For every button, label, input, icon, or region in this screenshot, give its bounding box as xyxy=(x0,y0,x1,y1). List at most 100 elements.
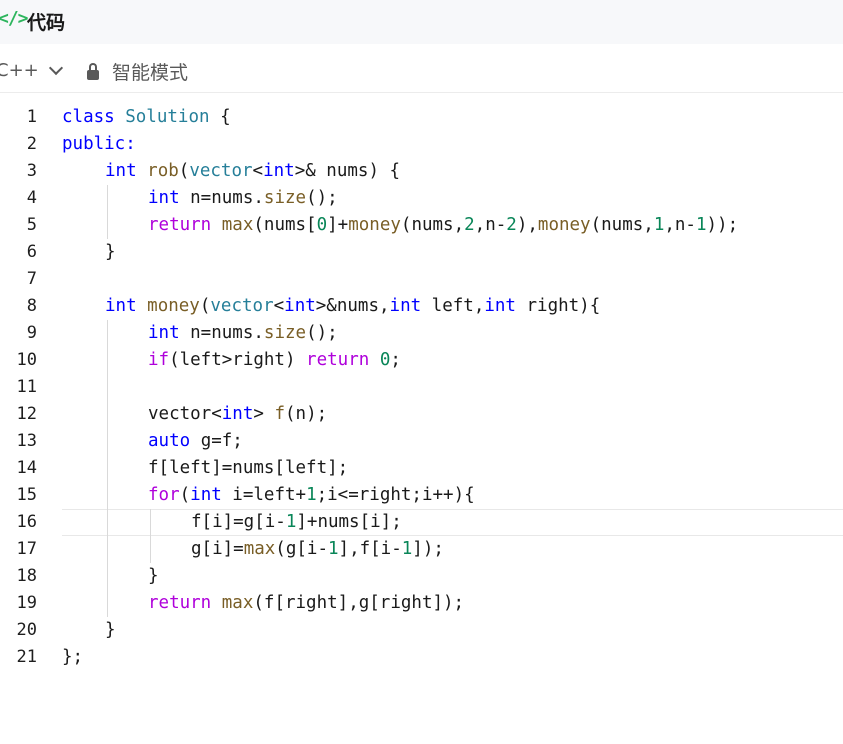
code-line[interactable]: int money(vector<int>&nums,int left,int … xyxy=(105,293,600,320)
code-editor[interactable]: 1 2 3 4 5 6 7 8 9 10 11 12 13 14 15 16 17 18 19 20 21 class … xyxy=(0,93,843,744)
code-line[interactable]: vector<int> f(n); xyxy=(148,401,327,428)
code-line[interactable]: f[left]=nums[left]; xyxy=(148,455,348,482)
code-token: int xyxy=(105,161,137,181)
line-number: 17 xyxy=(16,539,37,559)
line-number: 6 xyxy=(26,242,37,262)
line-number: 7 xyxy=(26,269,37,289)
code-line[interactable]: if(left>right) return 0; xyxy=(148,347,401,374)
code-line[interactable]: int n=nums.size(); xyxy=(148,320,338,347)
code-token: ]+ xyxy=(327,215,349,235)
code-token: left, xyxy=(421,296,485,316)
indent-guide xyxy=(150,509,151,563)
code-token: int xyxy=(190,485,222,505)
code-token: f xyxy=(274,404,285,424)
code-token: money xyxy=(147,296,200,316)
line-number: 19 xyxy=(16,593,37,613)
code-token: money xyxy=(537,215,591,235)
code-token: int xyxy=(105,296,137,316)
code-icon: </> xyxy=(0,8,28,29)
code-token: size xyxy=(263,188,307,208)
code-token: ( xyxy=(178,161,190,181)
code-token: class xyxy=(62,107,115,127)
indent-guide xyxy=(107,185,108,239)
code-token: return xyxy=(148,593,212,613)
code-line[interactable]: auto g=f; xyxy=(148,428,243,455)
code-token: i=left+ xyxy=(221,485,307,505)
code-line[interactable]: g[i]=max(g[i-1],f[i-1]); xyxy=(191,536,444,563)
line-number: 12 xyxy=(16,404,37,424)
code-token: (n); xyxy=(285,404,328,424)
code-token: int xyxy=(284,296,316,316)
code-token: n=nums. xyxy=(179,188,264,208)
code-token: ,n- xyxy=(474,215,507,235)
code-token: max xyxy=(221,215,254,235)
code-panel-header: </> 代码 xyxy=(0,0,843,44)
code-token: )); xyxy=(706,215,739,235)
code-token: (left>right) xyxy=(169,350,307,370)
code-token: (); xyxy=(306,323,338,343)
code-line[interactable]: } xyxy=(148,563,159,590)
active-line-highlight xyxy=(62,509,843,536)
code-token: 1 xyxy=(401,539,413,559)
code-token: (f[right],g[right]); xyxy=(253,593,465,613)
line-number: 2 xyxy=(26,134,37,154)
code-line[interactable]: public: xyxy=(62,131,136,158)
code-token: 0 xyxy=(379,350,391,370)
code-token: ,n- xyxy=(664,215,696,235)
code-token: ],f[i- xyxy=(338,539,402,559)
code-token: int xyxy=(484,296,516,316)
code-token: int xyxy=(221,404,254,424)
line-number: 4 xyxy=(26,188,37,208)
code-token: < xyxy=(273,296,285,316)
language-select[interactable]: C++ xyxy=(0,58,63,82)
code-token: ( xyxy=(179,485,191,505)
code-token: int xyxy=(389,296,422,316)
code-line[interactable]: return max(nums[0]+money(nums,2,n-2),mon… xyxy=(148,212,738,239)
code-token: ]); xyxy=(412,539,444,559)
code-line[interactable]: for(int i=left+1;i<=right;i++){ xyxy=(148,482,475,509)
code-line[interactable]: int n=nums.size(); xyxy=(148,185,338,212)
code-token: } xyxy=(105,242,116,262)
code-token: max xyxy=(221,593,254,613)
code-token: > xyxy=(253,404,275,424)
code-token: size xyxy=(263,323,307,343)
code-line[interactable]: } xyxy=(105,617,116,644)
smart-mode-indicator[interactable]: 智能模式 xyxy=(87,58,188,85)
line-number: 15 xyxy=(16,485,37,505)
code-token: 1 xyxy=(306,485,317,505)
code-line[interactable]: int rob(vector<int>& nums) { xyxy=(105,158,400,185)
code-line[interactable]: f[i]=g[i-1]+nums[i]; xyxy=(191,509,402,536)
line-number: 3 xyxy=(26,161,37,181)
code-line[interactable]: }; xyxy=(62,644,83,671)
code-token: (nums, xyxy=(400,215,465,235)
editor-toolbar: C++ 智能模式 xyxy=(0,44,843,93)
code-token: money xyxy=(348,215,401,235)
code-token: f[left]=nums[left]; xyxy=(148,458,349,478)
code-line[interactable]: } xyxy=(105,239,116,266)
chevron-down-icon xyxy=(48,60,63,75)
code-token: n=nums. xyxy=(179,323,264,343)
line-number: 1 xyxy=(26,107,37,127)
line-number: 9 xyxy=(26,323,37,343)
code-token: (nums, xyxy=(590,215,654,235)
code-token: ;i<=right;i++){ xyxy=(316,485,475,505)
code-token: int xyxy=(148,323,180,343)
code-token: int xyxy=(148,188,180,208)
code-token: auto xyxy=(148,431,191,451)
code-line[interactable]: return max(f[right],g[right]); xyxy=(148,590,464,617)
line-number: 13 xyxy=(16,431,37,451)
code-token: max xyxy=(243,539,276,559)
code-token: ]+nums[i]; xyxy=(296,512,402,532)
indent-guide xyxy=(107,320,108,617)
code-token: vector xyxy=(210,296,274,316)
line-number: 14 xyxy=(16,458,37,478)
code-token: return xyxy=(148,215,212,235)
code-token: >&nums, xyxy=(315,296,390,316)
code-line[interactable]: class Solution { xyxy=(62,104,231,131)
code-token: } xyxy=(105,620,116,640)
line-number: 8 xyxy=(26,296,37,316)
code-token: 1 xyxy=(285,512,297,532)
